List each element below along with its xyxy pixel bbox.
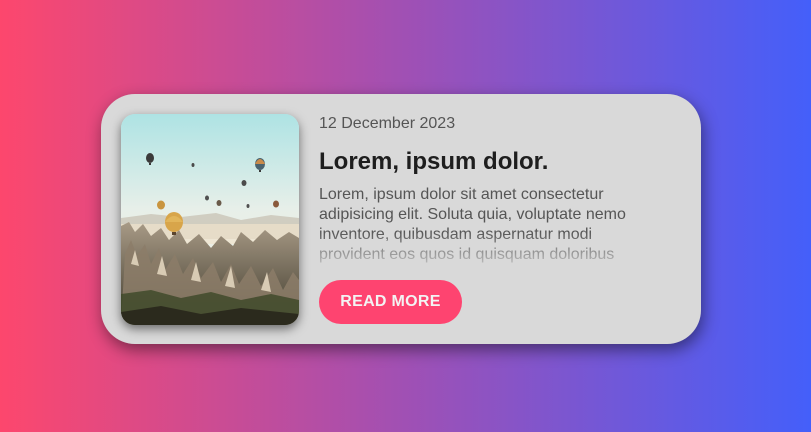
balloons-photo	[121, 114, 299, 325]
card-image	[121, 114, 299, 325]
post-excerpt: Lorem, ipsum dolor sit amet consectetur …	[319, 186, 626, 263]
read-more-button[interactable]: READ MORE	[319, 280, 462, 324]
post-title: Lorem, ipsum dolor.	[319, 148, 549, 175]
card-content: 12 December 2023 Lorem, ipsum dolor. Lor…	[319, 114, 639, 263]
post-date: 12 December 2023	[319, 115, 456, 132]
blog-card: 12 December 2023 Lorem, ipsum dolor. Lor…	[101, 94, 701, 344]
